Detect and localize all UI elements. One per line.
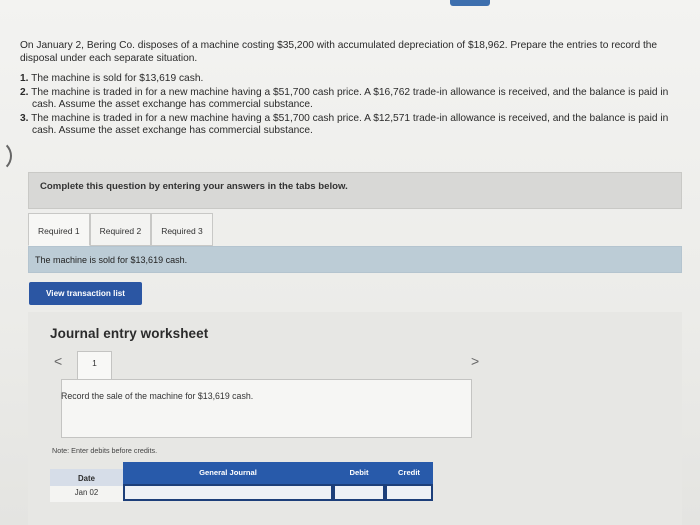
question-list: 1. The machine is sold for $13,619 cash.… (20, 73, 695, 138)
debit-header: Debit (333, 462, 385, 484)
view-transaction-list-button[interactable]: View transaction list (29, 282, 142, 305)
date-column-header: Date (50, 469, 123, 487)
tab-panel-description: The machine is sold for $13,619 cash. (28, 246, 682, 273)
instruction-bar: Complete this question by entering your … (28, 172, 682, 209)
entry-description: Record the sale of the machine for $13,6… (61, 391, 254, 401)
general-journal-input[interactable] (123, 484, 333, 501)
tab-required-3[interactable]: Required 3 (151, 213, 213, 246)
debit-input[interactable] (333, 484, 385, 501)
entry-description-box (61, 379, 472, 438)
question-item: 2. The machine is traded in for a new ma… (20, 86, 669, 111)
top-badge (450, 0, 490, 6)
general-journal-header: General Journal (123, 462, 333, 484)
chevron-left-icon[interactable]: < (54, 353, 62, 369)
question-intro: On January 2, Bering Co. disposes of a m… (20, 40, 658, 64)
date-cell: Jan 02 (50, 486, 123, 502)
required-tabs: Required 1 Required 2 Required 3 (28, 213, 213, 246)
chevron-right-icon[interactable]: > (471, 353, 479, 369)
bracket-icon (0, 140, 12, 172)
question-item: 3. The machine is traded in for a new ma… (20, 112, 669, 137)
journal-entry-worksheet: Journal entry worksheet < 1 > Record the… (28, 312, 682, 525)
entry-tab-1[interactable]: 1 (77, 351, 112, 380)
journal-table: Date Jan 02 General Journal Debit Credit (50, 462, 433, 502)
page: On January 2, Bering Co. disposes of a m… (0, 0, 700, 525)
note-text: Note: Enter debits before credits. (52, 446, 158, 455)
tab-required-2[interactable]: Required 2 (89, 213, 152, 246)
credit-header: Credit (385, 462, 433, 484)
question-item: 1. The machine is sold for $13,619 cash. (20, 73, 204, 84)
tab-required-1[interactable]: Required 1 (28, 213, 90, 246)
question-text: On January 2, Bering Co. disposes of a m… (20, 40, 695, 139)
credit-input[interactable] (385, 484, 433, 501)
worksheet-title: Journal entry worksheet (50, 326, 209, 341)
